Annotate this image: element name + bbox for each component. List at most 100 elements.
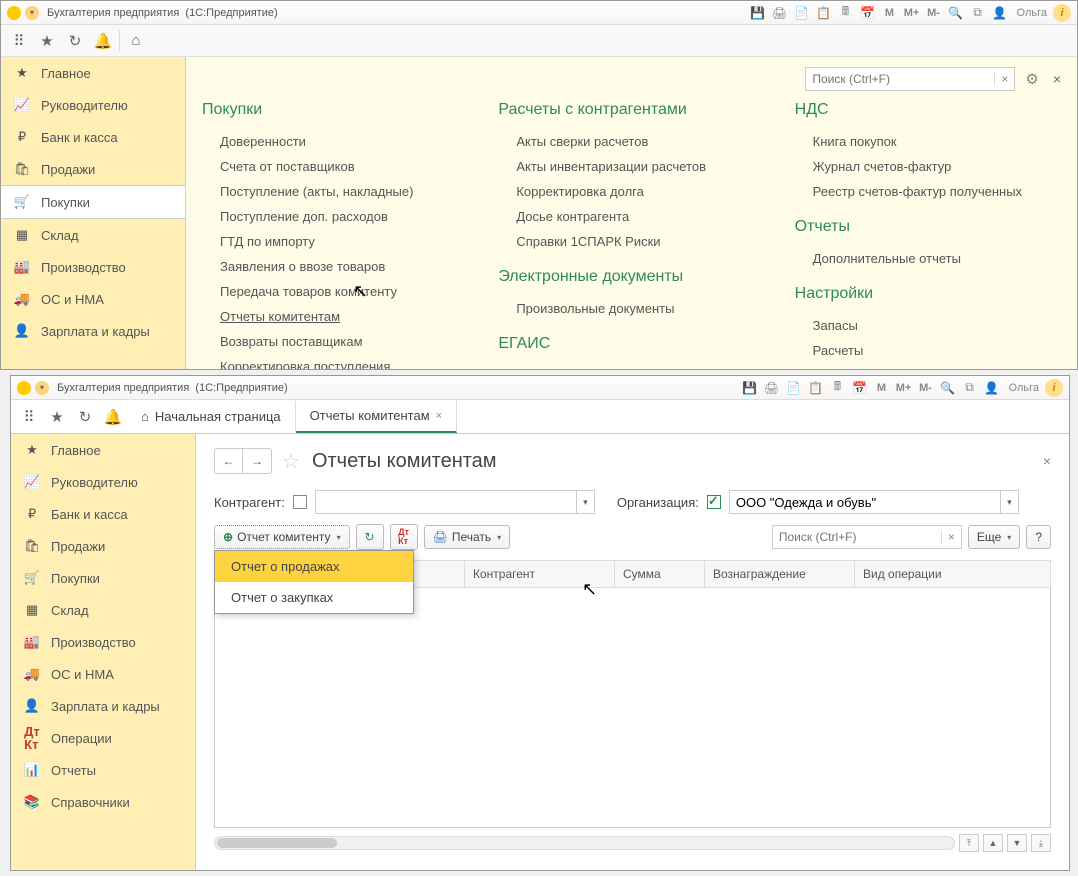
link-item[interactable]: Журнал счетов-фактур bbox=[795, 154, 1061, 179]
sidebar-item-bank[interactable]: ₽Банк и касса bbox=[11, 498, 195, 530]
copy-icon[interactable]: 📋 bbox=[807, 379, 825, 397]
sidebar-item-production[interactable]: 🏭Производство bbox=[1, 251, 185, 283]
section-edocs[interactable]: Электронные документы bbox=[498, 268, 764, 286]
section-settlements[interactable]: Расчеты с контрагентами bbox=[498, 101, 764, 119]
tab-home[interactable]: ⌂ Начальная страница bbox=[127, 401, 296, 432]
table-search-input[interactable] bbox=[773, 530, 941, 544]
sidebar-item-purchases[interactable]: 🛒Покупки bbox=[1, 185, 185, 219]
apps-icon[interactable]: ⠿ bbox=[15, 403, 43, 431]
m-icon[interactable]: M bbox=[881, 4, 899, 22]
link-item[interactable]: Передача товаров комитенту bbox=[202, 279, 468, 304]
link-item[interactable]: Акты сверки расчетов bbox=[498, 129, 764, 154]
scroll-bottom-icon[interactable]: ⤓ bbox=[1031, 834, 1051, 852]
contragent-input[interactable] bbox=[316, 491, 576, 513]
org-combo[interactable]: ▾ bbox=[729, 490, 1019, 514]
contragent-combo[interactable]: ▾ bbox=[315, 490, 595, 514]
link-item[interactable]: Поступление доп. расходов bbox=[202, 204, 468, 229]
m-minus-icon[interactable]: M- bbox=[925, 4, 943, 22]
info-icon[interactable]: i bbox=[1045, 379, 1063, 397]
link-item[interactable]: Доверенности bbox=[202, 129, 468, 154]
close-panel-icon[interactable]: × bbox=[1053, 71, 1061, 87]
create-report-button[interactable]: ⊕ Отчет комитенту ▾ bbox=[214, 525, 350, 549]
sidebar-item-reports[interactable]: 📊Отчеты bbox=[11, 754, 195, 786]
link-item[interactable]: Поступление (акты, накладные) bbox=[202, 179, 468, 204]
link-item[interactable]: Запасы bbox=[795, 313, 1061, 338]
more-button[interactable]: Еще ▾ bbox=[968, 525, 1020, 549]
calendar-icon[interactable]: 📅 bbox=[859, 4, 877, 22]
save-icon[interactable]: 💾 bbox=[749, 4, 767, 22]
search-box[interactable]: × bbox=[805, 67, 1015, 91]
dropdown-icon[interactable]: ▾ bbox=[1000, 491, 1018, 513]
page-close-icon[interactable]: × bbox=[1043, 453, 1051, 469]
back-button[interactable]: ← bbox=[215, 449, 243, 473]
link-item[interactable]: Корректировка долга bbox=[498, 179, 764, 204]
col-reward[interactable]: Вознаграждение bbox=[705, 561, 855, 588]
sidebar-item-main[interactable]: ★Главное bbox=[1, 57, 185, 89]
clear-search-icon[interactable]: × bbox=[994, 72, 1014, 86]
col-optype[interactable]: Вид операции bbox=[855, 561, 1051, 588]
sidebar-item-hr[interactable]: 👤Зарплата и кадры bbox=[1, 315, 185, 347]
zoom-icon[interactable]: 🔍 bbox=[947, 4, 965, 22]
link-item[interactable]: Корректировка поступления bbox=[202, 354, 468, 369]
sidebar-item-assets[interactable]: 🚚ОС и НМА bbox=[11, 658, 195, 690]
section-purchases[interactable]: Покупки bbox=[202, 101, 468, 119]
sidebar-item-sales[interactable]: 🛍Продажи bbox=[1, 153, 185, 185]
link-item[interactable]: Возвраты поставщикам bbox=[202, 329, 468, 354]
section-reports[interactable]: Отчеты bbox=[795, 218, 1061, 236]
col-sum[interactable]: Сумма bbox=[615, 561, 705, 588]
link-item[interactable]: Справки 1СПАРК Риски bbox=[498, 229, 764, 254]
sidebar-item-purchases[interactable]: 🛒Покупки bbox=[11, 562, 195, 594]
m-plus-icon[interactable]: M+ bbox=[895, 379, 913, 397]
home-icon[interactable]: ⌂ bbox=[122, 27, 150, 55]
notifications-icon[interactable]: 🔔 bbox=[89, 27, 117, 55]
copy-icon[interactable]: 📋 bbox=[815, 4, 833, 22]
link-item[interactable]: Досье контрагента bbox=[498, 204, 764, 229]
sidebar-item-bank[interactable]: ₽Банк и касса bbox=[1, 121, 185, 153]
search-input[interactable] bbox=[806, 72, 994, 86]
scroll-top-icon[interactable]: ⤒ bbox=[959, 834, 979, 852]
link-item[interactable]: Реестр счетов-фактур полученных bbox=[795, 179, 1061, 204]
m-plus-icon[interactable]: M+ bbox=[903, 4, 921, 22]
sidebar-item-catalogs[interactable]: 📚Справочники bbox=[11, 786, 195, 818]
app-menu-dropdown[interactable]: ▾ bbox=[35, 381, 49, 395]
m-icon[interactable]: M bbox=[873, 379, 891, 397]
print-button[interactable]: 🖨 Печать ▾ bbox=[424, 525, 511, 549]
link-item[interactable]: Счета от поставщиков bbox=[202, 154, 468, 179]
calc-icon[interactable]: 🖩 bbox=[837, 4, 855, 22]
calc-icon[interactable]: 🖩 bbox=[829, 379, 847, 397]
favorite-icon[interactable]: ★ bbox=[33, 27, 61, 55]
gear-icon[interactable]: ⚙ bbox=[1025, 70, 1038, 88]
sidebar-item-operations[interactable]: ДтКтОперации bbox=[11, 722, 195, 754]
scrollbar-thumb[interactable] bbox=[217, 838, 337, 848]
link-item[interactable]: Акты инвентаризации расчетов bbox=[498, 154, 764, 179]
clear-search-icon[interactable]: × bbox=[941, 530, 961, 544]
menu-sales-report[interactable]: Отчет о продажах bbox=[215, 551, 413, 582]
history-icon[interactable]: ↻ bbox=[61, 27, 89, 55]
panels-icon[interactable]: ⧉ bbox=[969, 4, 987, 22]
panels-icon[interactable]: ⧉ bbox=[961, 379, 979, 397]
dropdown-icon[interactable]: ▾ bbox=[576, 491, 594, 513]
horizontal-scrollbar[interactable] bbox=[214, 836, 955, 850]
notifications-icon[interactable]: 🔔 bbox=[99, 403, 127, 431]
tab-reports[interactable]: Отчеты комитентам × bbox=[296, 400, 457, 433]
section-egais[interactable]: ЕГАИС bbox=[498, 335, 764, 353]
refresh-button[interactable]: ↻ bbox=[356, 524, 384, 550]
org-input[interactable] bbox=[730, 491, 1000, 513]
link-item[interactable]: Дополнительные отчеты bbox=[795, 246, 1061, 271]
sidebar-item-warehouse[interactable]: ▦Склад bbox=[1, 219, 185, 251]
contragent-checkbox[interactable] bbox=[293, 495, 307, 509]
link-item[interactable]: Расчеты bbox=[795, 338, 1061, 363]
print-icon[interactable]: 🖨 bbox=[763, 379, 781, 397]
doc-icon[interactable]: 📄 bbox=[785, 379, 803, 397]
link-item[interactable]: ГТД по импорту bbox=[202, 229, 468, 254]
m-minus-icon[interactable]: M- bbox=[917, 379, 935, 397]
calendar-icon[interactable]: 📅 bbox=[851, 379, 869, 397]
link-committent-reports[interactable]: Отчеты комитентам bbox=[202, 304, 468, 329]
apps-icon[interactable]: ⠿ bbox=[5, 27, 33, 55]
dtk-button[interactable]: ДтКт bbox=[390, 524, 418, 550]
help-button[interactable]: ? bbox=[1026, 525, 1051, 549]
info-icon[interactable]: i bbox=[1053, 4, 1071, 22]
section-vat[interactable]: НДС bbox=[795, 101, 1061, 119]
history-icon[interactable]: ↻ bbox=[71, 403, 99, 431]
sidebar-item-hr[interactable]: 👤Зарплата и кадры bbox=[11, 690, 195, 722]
